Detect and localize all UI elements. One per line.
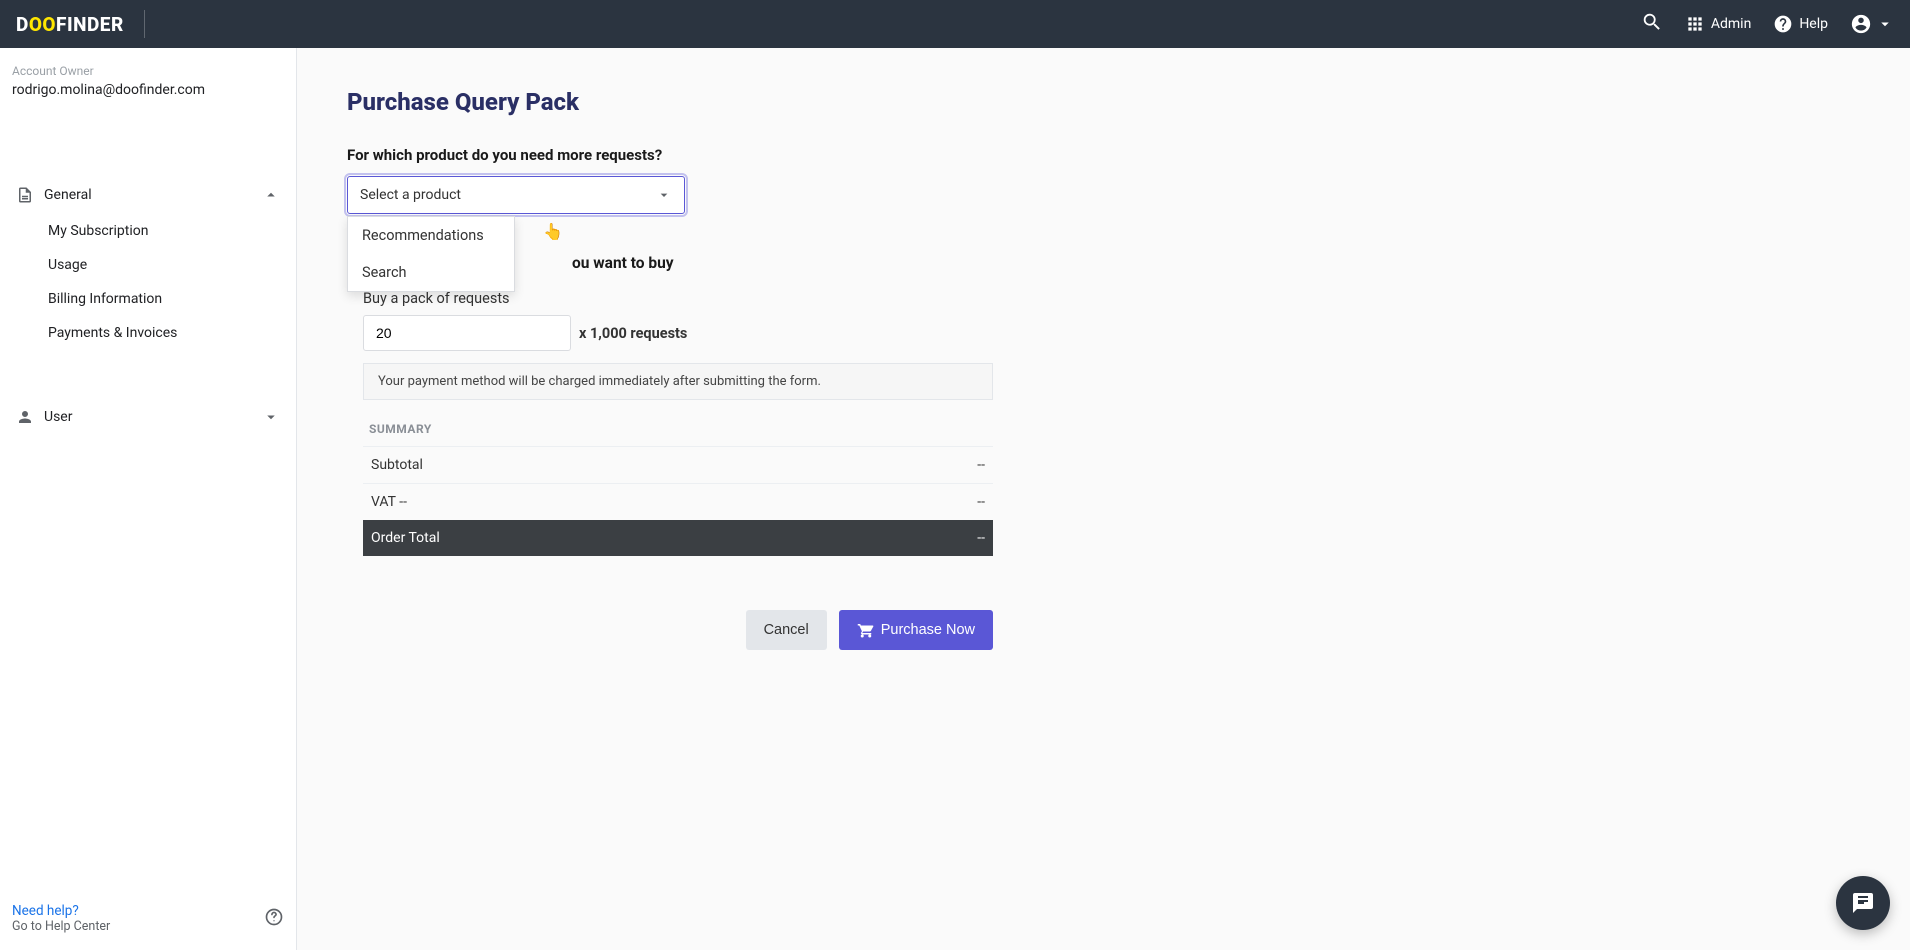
- nav-header-user[interactable]: User: [8, 398, 288, 436]
- vat-value: --: [977, 494, 985, 510]
- chat-fab[interactable]: [1836, 876, 1890, 930]
- purchase-card: Buy a pack of requests x 1,000 requests …: [363, 290, 1013, 650]
- product-question-label: For which product do you need more reque…: [347, 146, 1910, 164]
- sidebar: Account Owner rodrigo.molina@doofinder.c…: [0, 48, 297, 950]
- total-value: --: [977, 530, 985, 546]
- layout: Account Owner rodrigo.molina@doofinder.c…: [0, 48, 1910, 950]
- search-icon: [1641, 11, 1663, 33]
- product-select[interactable]: Select a product: [347, 176, 685, 214]
- page-title: Purchase Query Pack: [347, 88, 1910, 116]
- quantity-input[interactable]: [363, 315, 571, 351]
- summary-title: SUMMARY: [363, 422, 1013, 436]
- search-button[interactable]: [1641, 11, 1663, 37]
- account-menu[interactable]: [1850, 13, 1894, 35]
- nav-user-label: User: [44, 409, 262, 425]
- account-owner-label: Account Owner: [12, 64, 284, 78]
- need-help-title: Need help?: [12, 903, 264, 919]
- brand-post: FINDER: [56, 13, 124, 36]
- summary-row-total: Order Total --: [363, 520, 993, 556]
- pack-label: Buy a pack of requests: [363, 290, 1013, 307]
- help-center-icon-button[interactable]: [264, 907, 284, 931]
- admin-label: Admin: [1711, 16, 1751, 32]
- help-link[interactable]: Help: [1773, 14, 1828, 34]
- qty-row: x 1,000 requests: [363, 315, 1013, 351]
- help-label: Help: [1799, 16, 1828, 32]
- account-owner-block: Account Owner rodrigo.molina@doofinder.c…: [6, 54, 290, 116]
- how-many-label: ou want to buy: [572, 254, 1910, 272]
- dropdown-option-search[interactable]: Search: [348, 254, 514, 291]
- topbar: DOOFINDER Admin Help: [0, 0, 1910, 48]
- need-help-link[interactable]: Need help? Go to Help Center: [12, 903, 264, 934]
- sidebar-item-billing-information[interactable]: Billing Information: [40, 282, 288, 316]
- product-select-placeholder: Select a product: [360, 187, 461, 203]
- brand-oo: OO: [29, 13, 56, 36]
- document-icon: [16, 186, 34, 204]
- help-icon: [1773, 14, 1793, 34]
- chevron-down-icon: [262, 408, 280, 426]
- main-content: Purchase Query Pack For which product do…: [297, 48, 1910, 950]
- dropdown-option-recommendations[interactable]: Recommendations: [348, 217, 514, 254]
- nav-general-label: General: [44, 187, 262, 203]
- apps-icon: [1685, 14, 1705, 34]
- admin-link[interactable]: Admin: [1685, 14, 1751, 34]
- brand-logo[interactable]: DOOFINDER: [16, 13, 124, 36]
- nav-header-general[interactable]: General: [8, 176, 288, 214]
- cancel-button[interactable]: Cancel: [746, 610, 827, 650]
- qty-suffix: x 1,000 requests: [579, 325, 687, 342]
- summary-row-subtotal: Subtotal --: [363, 446, 993, 483]
- nav-section-general: General My Subscription Usage Billing In…: [6, 176, 290, 350]
- help-circle-icon: [264, 907, 284, 927]
- logo-divider: [144, 10, 145, 38]
- nav-section-user: User: [6, 398, 290, 436]
- total-label: Order Total: [371, 530, 440, 546]
- need-help-sub: Go to Help Center: [12, 919, 264, 934]
- sidebar-item-payments-invoices[interactable]: Payments & Invoices: [40, 316, 288, 350]
- vat-label: VAT --: [371, 494, 407, 510]
- product-select-wrap: Select a product Recommendations Search: [347, 176, 685, 214]
- sidebar-item-my-subscription[interactable]: My Subscription: [40, 214, 288, 248]
- action-buttons: Cancel Purchase Now: [363, 610, 1013, 650]
- sidebar-footer: Need help? Go to Help Center: [6, 895, 290, 944]
- chat-icon: [1851, 891, 1875, 915]
- summary-row-vat: VAT -- --: [363, 483, 993, 520]
- chevron-up-icon: [262, 186, 280, 204]
- chevron-down-icon: [656, 187, 672, 203]
- user-icon: [16, 408, 34, 426]
- chevron-down-icon: [1876, 15, 1894, 33]
- purchase-button[interactable]: Purchase Now: [839, 610, 993, 650]
- subtotal-label: Subtotal: [371, 457, 423, 473]
- cancel-label: Cancel: [764, 622, 809, 638]
- subtotal-value: --: [977, 457, 985, 473]
- account-icon: [1850, 13, 1872, 35]
- purchase-label: Purchase Now: [881, 622, 975, 638]
- payment-info-box: Your payment method will be charged imme…: [363, 363, 993, 400]
- sidebar-item-usage[interactable]: Usage: [40, 248, 288, 282]
- topbar-right: Admin Help: [1641, 11, 1894, 37]
- cart-icon: [857, 621, 875, 639]
- nav-children-general: My Subscription Usage Billing Informatio…: [8, 214, 288, 350]
- product-dropdown: Recommendations Search: [347, 216, 515, 292]
- account-owner-email: rodrigo.molina@doofinder.com: [12, 82, 284, 98]
- brand-pre: D: [16, 13, 29, 36]
